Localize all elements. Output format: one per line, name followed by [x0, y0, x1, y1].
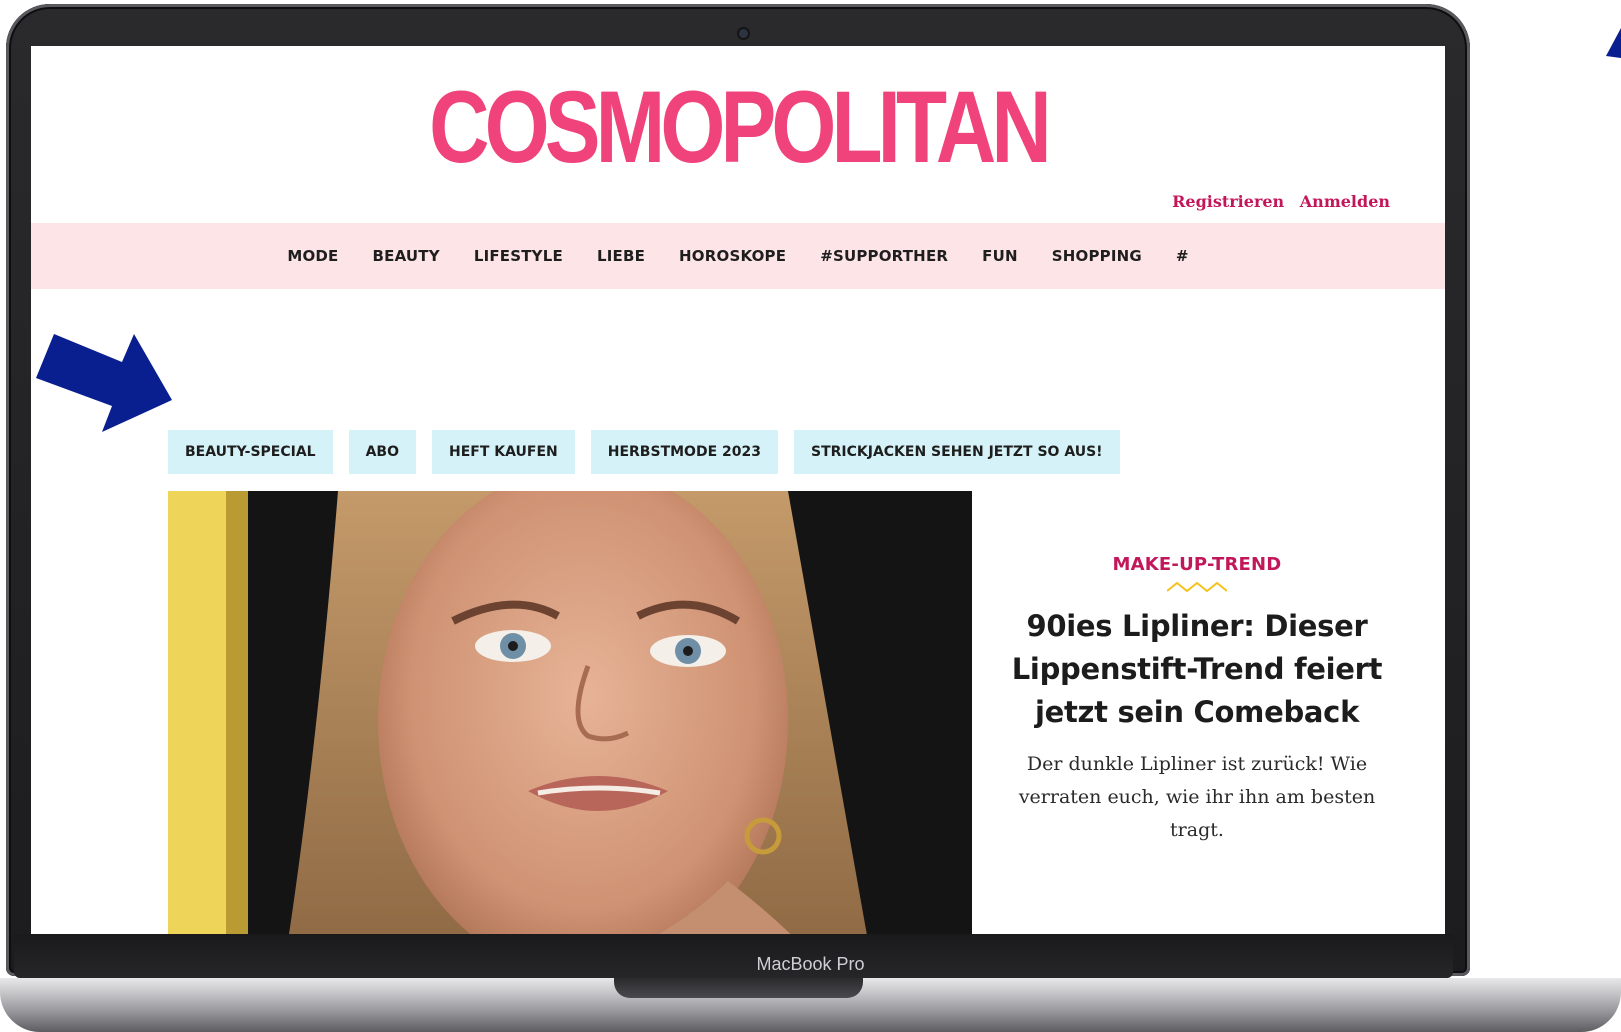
camera-icon — [739, 29, 748, 38]
tag-strickjacken[interactable]: STRICKJACKEN SEHEN JETZT SO AUS! — [793, 430, 1120, 474]
nav-item-hashtag[interactable]: # — [1176, 247, 1189, 265]
device-model-label: MacBook Pro — [756, 954, 865, 974]
laptop-notch — [614, 978, 863, 998]
nav-item-horoskope[interactable]: HOROSKOPE — [679, 247, 786, 265]
nav-item-beauty[interactable]: BEAUTY — [373, 247, 440, 265]
tag-beauty-special[interactable]: BEAUTY-SPECIAL — [168, 430, 333, 474]
zigzag-divider-icon — [1167, 581, 1227, 593]
arrow-right-down-icon — [36, 334, 172, 432]
topic-tag-bar: BEAUTY-SPECIAL ABO HEFT KAUFEN HERBSTMOD… — [168, 430, 1120, 474]
nav-item-liebe[interactable]: LIEBE — [597, 247, 645, 265]
nav-item-mode[interactable]: MODE — [287, 247, 338, 265]
nav-item-lifestyle[interactable]: LIFESTYLE — [474, 247, 563, 265]
nav-item-fun[interactable]: FUN — [982, 247, 1018, 265]
article-headline[interactable]: 90ies Lipliner: Dieser Lippenstift-Trend… — [1009, 605, 1385, 734]
tag-herbstmode-2023[interactable]: HERBSTMODE 2023 — [590, 430, 778, 474]
site-logo[interactable]: COSMOPOLITAN — [158, 72, 1317, 182]
article-summary: Der dunkle Lipliner ist zurück! Wie verr… — [1018, 753, 1376, 841]
arrow-partial-icon — [1606, 28, 1621, 58]
nav-item-shopping[interactable]: SHOPPING — [1052, 247, 1142, 265]
browser-viewport: COSMOPOLITAN Registrieren Anmelden MODE … — [31, 46, 1445, 934]
article-kicker: MAKE-UP-TREND — [1112, 554, 1282, 575]
account-links: Registrieren Anmelden — [1162, 192, 1390, 211]
register-link[interactable]: Registrieren — [1172, 192, 1284, 211]
main-navigation: MODE BEAUTY LIFESTYLE LIEBE HOROSKOPE #S… — [31, 223, 1445, 289]
featured-article-teaser[interactable]: MAKE-UP-TREND 90ies Lipliner: Dieser Lip… — [1009, 554, 1385, 847]
portrait-photo — [168, 491, 972, 934]
nav-item-supporther[interactable]: #SUPPORTHER — [820, 247, 948, 265]
login-link[interactable]: Anmelden — [1300, 192, 1390, 211]
tag-abo[interactable]: ABO — [348, 430, 417, 474]
hero-article-image[interactable] — [168, 491, 972, 934]
tag-heft-kaufen[interactable]: HEFT KAUFEN — [432, 430, 575, 474]
